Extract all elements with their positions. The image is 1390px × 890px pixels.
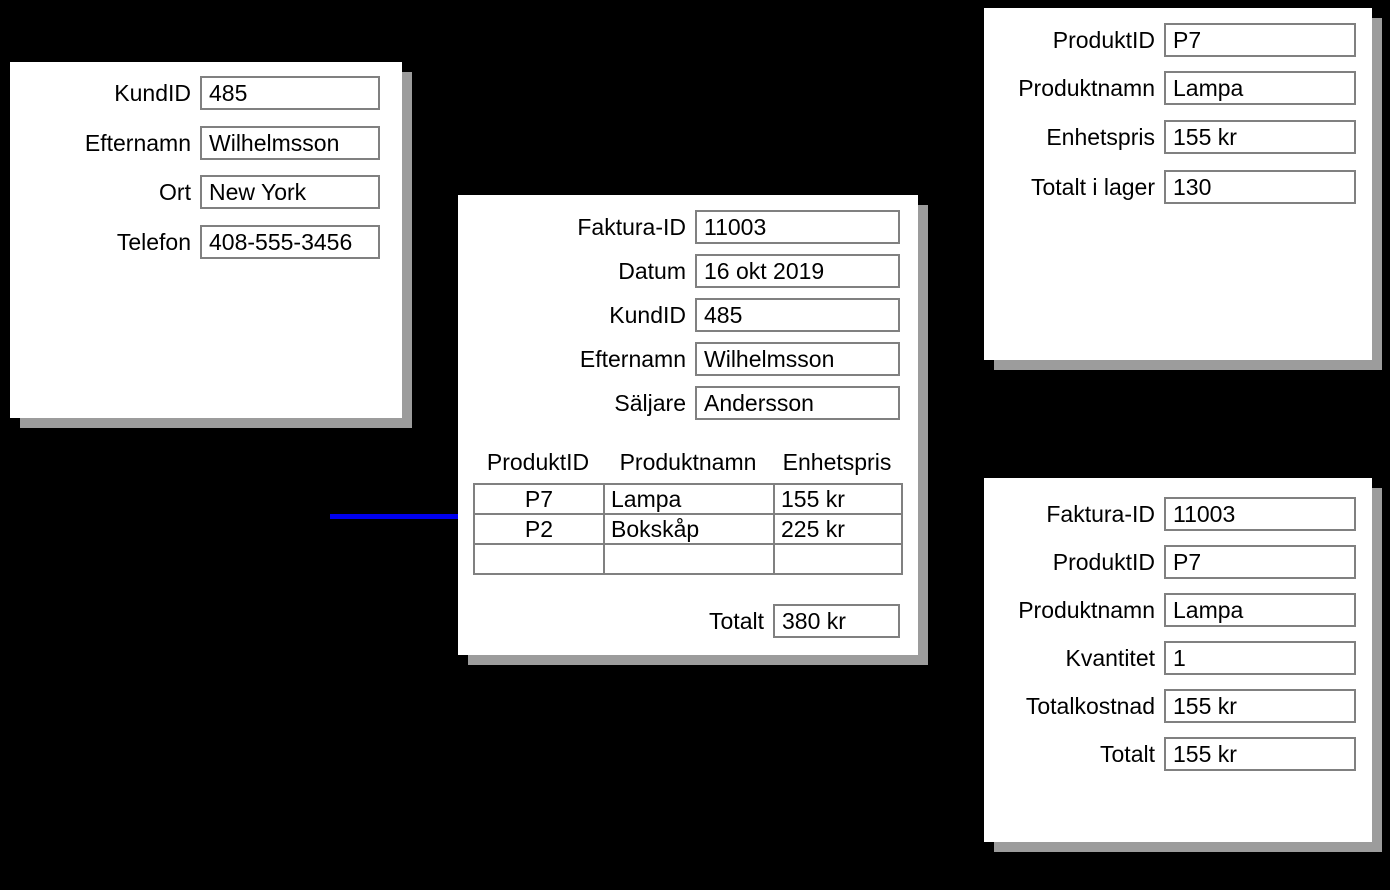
invoice-line-row-2-enhetspris[interactable] (773, 543, 903, 575)
customer-field-telefon-label: Telefon (116, 228, 191, 255)
product-field-produktid-value[interactable]: P7 (1164, 23, 1356, 57)
customer-field-kundid-value[interactable]: 485 (200, 76, 380, 110)
invoice-line-field-totalkostnad-label: Totalkostnad (1025, 692, 1155, 719)
invoice-line-field-totalkostnad: Totalkostnad 155 kr (984, 689, 1356, 723)
invoice-line-field-produktid-value[interactable]: P7 (1164, 545, 1356, 579)
invoice-lines-header-enhetspris: Enhetspris (782, 449, 892, 475)
invoice-line-row-0-enhetspris[interactable]: 155 kr (773, 483, 903, 515)
invoice-lines-header: ProduktID Produktnamn Enhetspris (473, 449, 903, 476)
invoice-field-efternamn-label: Efternamn (579, 345, 686, 372)
invoice-line-field-produktid-label: ProduktID (1052, 548, 1155, 575)
product-field-produktnamn-label: Produktnamn (1018, 74, 1155, 101)
table-row[interactable]: P7 Lampa 155 kr (473, 483, 903, 515)
invoice-field-efternamn: Efternamn Wilhelmsson (458, 342, 900, 376)
customer-card: KundID 485 Efternamn Wilhelmsson Ort New… (10, 62, 402, 418)
customer-field-telefon-value[interactable]: 408-555-3456 (200, 225, 380, 259)
product-field-produktnamn-value[interactable]: Lampa (1164, 71, 1356, 105)
invoice-line-field-faktura-id: Faktura-ID 11003 (984, 497, 1356, 531)
invoice-field-faktura-id-label: Faktura-ID (577, 213, 686, 240)
invoice-lines-table: P7 Lampa 155 kr P2 Bokskåp 225 kr (473, 483, 903, 575)
invoice-line-card: Faktura-ID 11003 ProduktID P7 Produktnam… (984, 478, 1372, 842)
customer-field-efternamn-value[interactable]: Wilhelmsson (200, 126, 380, 160)
product-field-produktid-label: ProduktID (1052, 26, 1155, 53)
product-field-enhetspris: Enhetspris 155 kr (984, 120, 1356, 154)
invoice-line-row-2-produktid[interactable] (473, 543, 605, 575)
invoice-line-field-produktnamn-value[interactable]: Lampa (1164, 593, 1356, 627)
invoice-field-kundid-value[interactable]: 485 (695, 298, 900, 332)
customer-field-telefon: Telefon 408-555-3456 (10, 225, 390, 259)
diagram-canvas: KundID 485 Efternamn Wilhelmsson Ort New… (0, 0, 1390, 890)
customer-field-efternamn: Efternamn Wilhelmsson (10, 126, 390, 160)
invoice-line-field-produktnamn: Produktnamn Lampa (984, 593, 1356, 627)
product-field-enhetspris-label: Enhetspris (1046, 123, 1155, 150)
invoice-total-row: Totalt 380 kr (458, 604, 900, 638)
invoice-field-kundid: KundID 485 (458, 298, 900, 332)
invoice-field-datum: Datum 16 okt 2019 (458, 254, 900, 288)
invoice-line-row-0-produktid[interactable]: P7 (473, 483, 605, 515)
invoice-line-row-0-produktnamn[interactable]: Lampa (603, 483, 775, 515)
product-field-enhetspris-value[interactable]: 155 kr (1164, 120, 1356, 154)
invoice-field-kundid-label: KundID (609, 301, 686, 328)
invoice-field-datum-value[interactable]: 16 okt 2019 (695, 254, 900, 288)
product-card: ProduktID P7 Produktnamn Lampa Enhetspri… (984, 8, 1372, 360)
invoice-line-field-produktid: ProduktID P7 (984, 545, 1356, 579)
invoice-line-field-totalt: Totalt 155 kr (984, 737, 1356, 771)
invoice-line-row-1-produktid[interactable]: P2 (473, 513, 605, 545)
invoice-line-row-1-enhetspris[interactable]: 225 kr (773, 513, 903, 545)
customer-field-efternamn-label: Efternamn (84, 129, 191, 156)
customer-field-ort-label: Ort (159, 178, 191, 205)
invoice-line-field-totalkostnad-value[interactable]: 155 kr (1164, 689, 1356, 723)
invoice-lines-header-produktnamn: Produktnamn (619, 449, 757, 475)
customer-field-ort: Ort New York (10, 175, 390, 209)
invoice-total-label: Totalt (709, 607, 764, 634)
invoice-field-efternamn-value[interactable]: Wilhelmsson (695, 342, 900, 376)
invoice-lines-header-produktid: ProduktID (486, 449, 590, 475)
customer-field-kundid-label: KundID (114, 79, 191, 106)
invoice-line-field-kvantitet-label: Kvantitet (1065, 644, 1156, 671)
product-field-produktid: ProduktID P7 (984, 23, 1356, 57)
product-field-produktnamn: Produktnamn Lampa (984, 71, 1356, 105)
invoice-line-field-produktnamn-label: Produktnamn (1018, 596, 1155, 623)
invoice-line-field-faktura-id-value[interactable]: 11003 (1164, 497, 1356, 531)
invoice-line-row-2-produktnamn[interactable] (603, 543, 775, 575)
invoice-line-field-faktura-id-label: Faktura-ID (1046, 500, 1155, 527)
invoice-line-field-kvantitet: Kvantitet 1 (984, 641, 1356, 675)
product-field-totalt-i-lager: Totalt i lager 130 (984, 170, 1356, 204)
invoice-field-saljare-value[interactable]: Andersson (695, 386, 900, 420)
product-field-totalt-i-lager-value[interactable]: 130 (1164, 170, 1356, 204)
invoice-line-field-totalt-value[interactable]: 155 kr (1164, 737, 1356, 771)
invoice-line-row-1-produktnamn[interactable]: Bokskåp (603, 513, 775, 545)
product-field-totalt-i-lager-label: Totalt i lager (1030, 173, 1155, 200)
invoice-field-saljare-label: Säljare (614, 389, 686, 416)
invoice-line-field-kvantitet-value[interactable]: 1 (1164, 641, 1356, 675)
customer-field-ort-value[interactable]: New York (200, 175, 380, 209)
invoice-field-datum-label: Datum (618, 257, 686, 284)
customer-field-kundid: KundID 485 (10, 76, 390, 110)
invoice-line-field-totalt-label: Totalt (1100, 740, 1155, 767)
invoice-field-faktura-id: Faktura-ID 11003 (458, 210, 900, 244)
invoice-field-saljare: Säljare Andersson (458, 386, 900, 420)
table-row[interactable] (473, 543, 903, 575)
table-row[interactable]: P2 Bokskåp 225 kr (473, 513, 903, 545)
invoice-card: Faktura-ID 11003 Datum 16 okt 2019 KundI… (458, 195, 918, 655)
invoice-total-value[interactable]: 380 kr (773, 604, 900, 638)
invoice-field-faktura-id-value[interactable]: 11003 (695, 210, 900, 244)
